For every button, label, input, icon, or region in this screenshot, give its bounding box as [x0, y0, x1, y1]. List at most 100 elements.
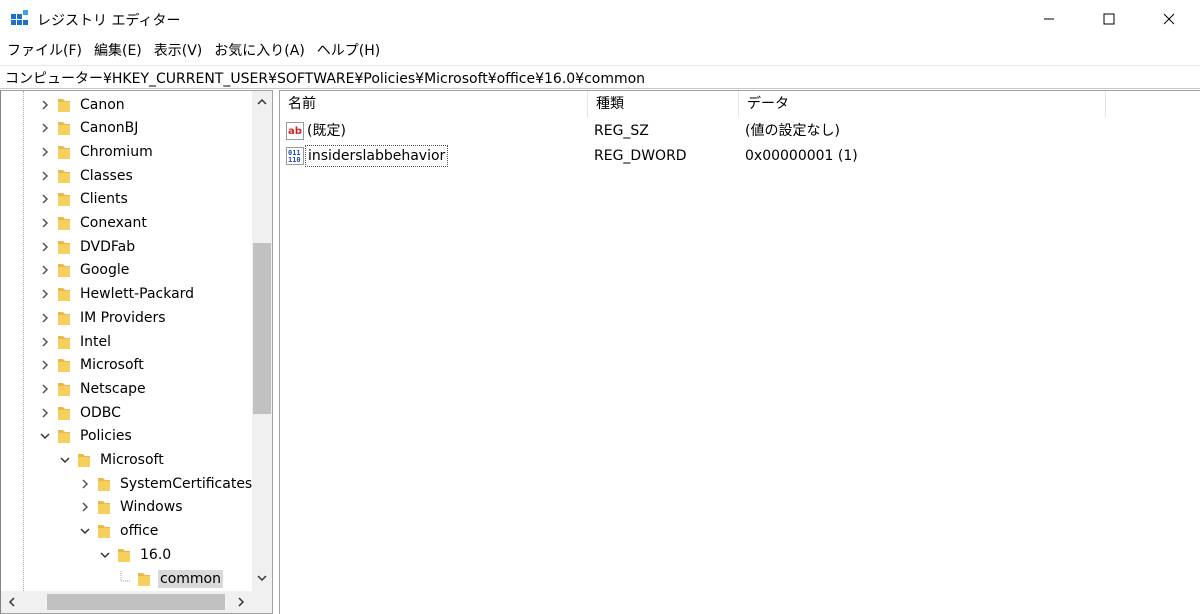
- value-type: REG_SZ: [594, 123, 649, 139]
- tree-item-label: Classes: [80, 167, 133, 184]
- tree-item[interactable]: common: [117, 567, 223, 590]
- tree-item[interactable]: CanonBJ: [37, 117, 140, 140]
- values-list-pane: 名前 種類 データ ab (既定) REG_SZ (値の設定なし) 011 11…: [279, 90, 1200, 614]
- chevron-down-icon[interactable]: [97, 547, 113, 563]
- chevron-right-icon[interactable]: [37, 357, 53, 373]
- tree-item[interactable]: Windows: [77, 496, 185, 519]
- tree-item[interactable]: Chromium: [37, 140, 155, 163]
- menu-edit[interactable]: 編集(E): [88, 40, 148, 62]
- folder-icon: [77, 452, 91, 468]
- tree-item-label: Intel: [80, 333, 111, 350]
- scroll-up-arrow-icon[interactable]: [252, 93, 272, 111]
- svg-text:110: 110: [288, 156, 301, 164]
- folder-icon: [97, 499, 111, 515]
- tree-vertical-scrollbar[interactable]: [252, 91, 272, 591]
- tree-item[interactable]: 16.0: [97, 543, 173, 566]
- tree-item[interactable]: Netscape: [37, 377, 148, 400]
- title-bar: レジストリ エディター: [0, 0, 1200, 40]
- tree-horizontal-scroll-thumb[interactable]: [47, 594, 225, 610]
- svg-text:ab: ab: [288, 126, 302, 137]
- folder-icon: [57, 405, 71, 421]
- chevron-right-icon[interactable]: [37, 120, 53, 136]
- menu-help[interactable]: ヘルプ(H): [311, 40, 386, 62]
- tree-item-label: CanonBJ: [80, 120, 139, 137]
- tree-item-label: Microsoft: [100, 452, 164, 468]
- tree-vertical-scroll-thumb[interactable]: [253, 243, 271, 414]
- address-path[interactable]: コンピューター¥HKEY_CURRENT_USER¥SOFTWARE¥Polic…: [5, 68, 645, 88]
- tree-item[interactable]: IM Providers: [37, 306, 168, 329]
- tree-item[interactable]: Conexant: [37, 212, 149, 235]
- regedit-app-icon: [11, 10, 28, 25]
- chevron-right-icon[interactable]: [37, 286, 53, 302]
- tree-item[interactable]: Google: [37, 259, 131, 282]
- chevron-right-icon[interactable]: [37, 262, 53, 278]
- menu-file[interactable]: ファイル(F): [0, 40, 88, 62]
- value-row[interactable]: ab (既定) REG_SZ (値の設定なし): [280, 119, 1180, 143]
- chevron-right-icon[interactable]: [37, 405, 53, 421]
- chevron-right-icon[interactable]: [37, 191, 53, 207]
- chevron-right-icon[interactable]: [37, 381, 53, 397]
- folder-icon: [57, 286, 71, 302]
- chevron-right-icon[interactable]: [77, 476, 93, 492]
- tree-item[interactable]: office: [77, 520, 160, 543]
- tree-horizontal-scrollbar[interactable]: [1, 591, 252, 613]
- chevron-right-icon[interactable]: [77, 499, 93, 515]
- minimize-icon: [1044, 18, 1054, 20]
- scroll-down-arrow-icon[interactable]: [252, 569, 272, 587]
- folder-icon: [57, 334, 71, 350]
- tree-item[interactable]: ODBC: [37, 401, 123, 424]
- menu-favorites[interactable]: お気に入り(A): [208, 40, 311, 62]
- chevron-right-icon[interactable]: [37, 144, 53, 160]
- tree-guide-line: [23, 91, 24, 591]
- scroll-left-arrow-icon[interactable]: [1, 591, 23, 613]
- value-row[interactable]: 011 110 insiderslabbehavior REG_DWORD 0x…: [280, 144, 1180, 168]
- tree-item-label: Conexant: [80, 215, 147, 231]
- folder-icon: [57, 215, 71, 231]
- tree-item[interactable]: SystemCertificates: [77, 472, 252, 495]
- address-bar[interactable]: コンピューター¥HKEY_CURRENT_USER¥SOFTWARE¥Polic…: [0, 65, 1200, 89]
- chevron-right-icon[interactable]: [37, 310, 53, 326]
- window-title: レジストリ エディター: [37, 13, 181, 29]
- maximize-button[interactable]: [1086, 0, 1132, 38]
- tree-item[interactable]: Canon: [37, 93, 127, 116]
- chevron-down-icon[interactable]: [77, 523, 93, 539]
- tree-item[interactable]: Intel: [37, 330, 113, 353]
- tree-item-label: Chromium: [80, 143, 153, 160]
- tree-item-label: office: [120, 523, 159, 540]
- chevron-right-icon[interactable]: [37, 168, 53, 184]
- key-tree-pane: Canon CanonBJ Chromium Classes Clients Conexa…: [0, 90, 273, 614]
- column-header-data[interactable]: データ: [739, 91, 1106, 117]
- column-header-name[interactable]: 名前: [280, 91, 588, 117]
- tree-item-label: Policies: [80, 428, 132, 445]
- tree-item-label: common: [158, 569, 223, 588]
- chevron-right-icon[interactable]: [37, 97, 53, 113]
- tree-item-label: Google: [80, 262, 130, 279]
- string-value-icon: ab: [286, 122, 304, 140]
- tree-item[interactable]: Hewlett-Packard: [37, 283, 196, 306]
- chevron-down-icon[interactable]: [37, 428, 53, 444]
- scroll-right-arrow-icon[interactable]: [230, 591, 252, 613]
- value-data: (値の設定なし): [745, 123, 840, 139]
- menu-view[interactable]: 表示(V): [148, 40, 209, 62]
- folder-icon: [57, 97, 71, 113]
- minimize-button[interactable]: [1026, 0, 1072, 38]
- value-data: 0x00000001 (1): [745, 148, 858, 164]
- chevron-right-icon[interactable]: [37, 239, 53, 255]
- tree-item[interactable]: Policies: [37, 425, 134, 448]
- chevron-right-icon[interactable]: [37, 334, 53, 350]
- tree-item[interactable]: Microsoft: [57, 449, 166, 472]
- menu-bar: ファイル(F) 編集(E) 表示(V) お気に入り(A) ヘルプ(H): [0, 40, 386, 62]
- tree-item[interactable]: Clients: [37, 188, 130, 211]
- column-header-type[interactable]: 種類: [588, 91, 739, 117]
- tree-item-label: Windows: [120, 499, 183, 516]
- tree-item[interactable]: Microsoft: [37, 354, 146, 377]
- chevron-right-icon[interactable]: [37, 215, 53, 231]
- tree-item[interactable]: DVDFab: [37, 235, 137, 258]
- close-button[interactable]: [1146, 0, 1192, 38]
- chevron-down-icon[interactable]: [57, 452, 73, 468]
- tree-item-label: ODBC: [80, 404, 121, 421]
- folder-icon: [57, 239, 71, 255]
- folder-icon: [57, 144, 71, 160]
- value-type: REG_DWORD: [594, 148, 687, 164]
- tree-item[interactable]: Classes: [37, 164, 135, 187]
